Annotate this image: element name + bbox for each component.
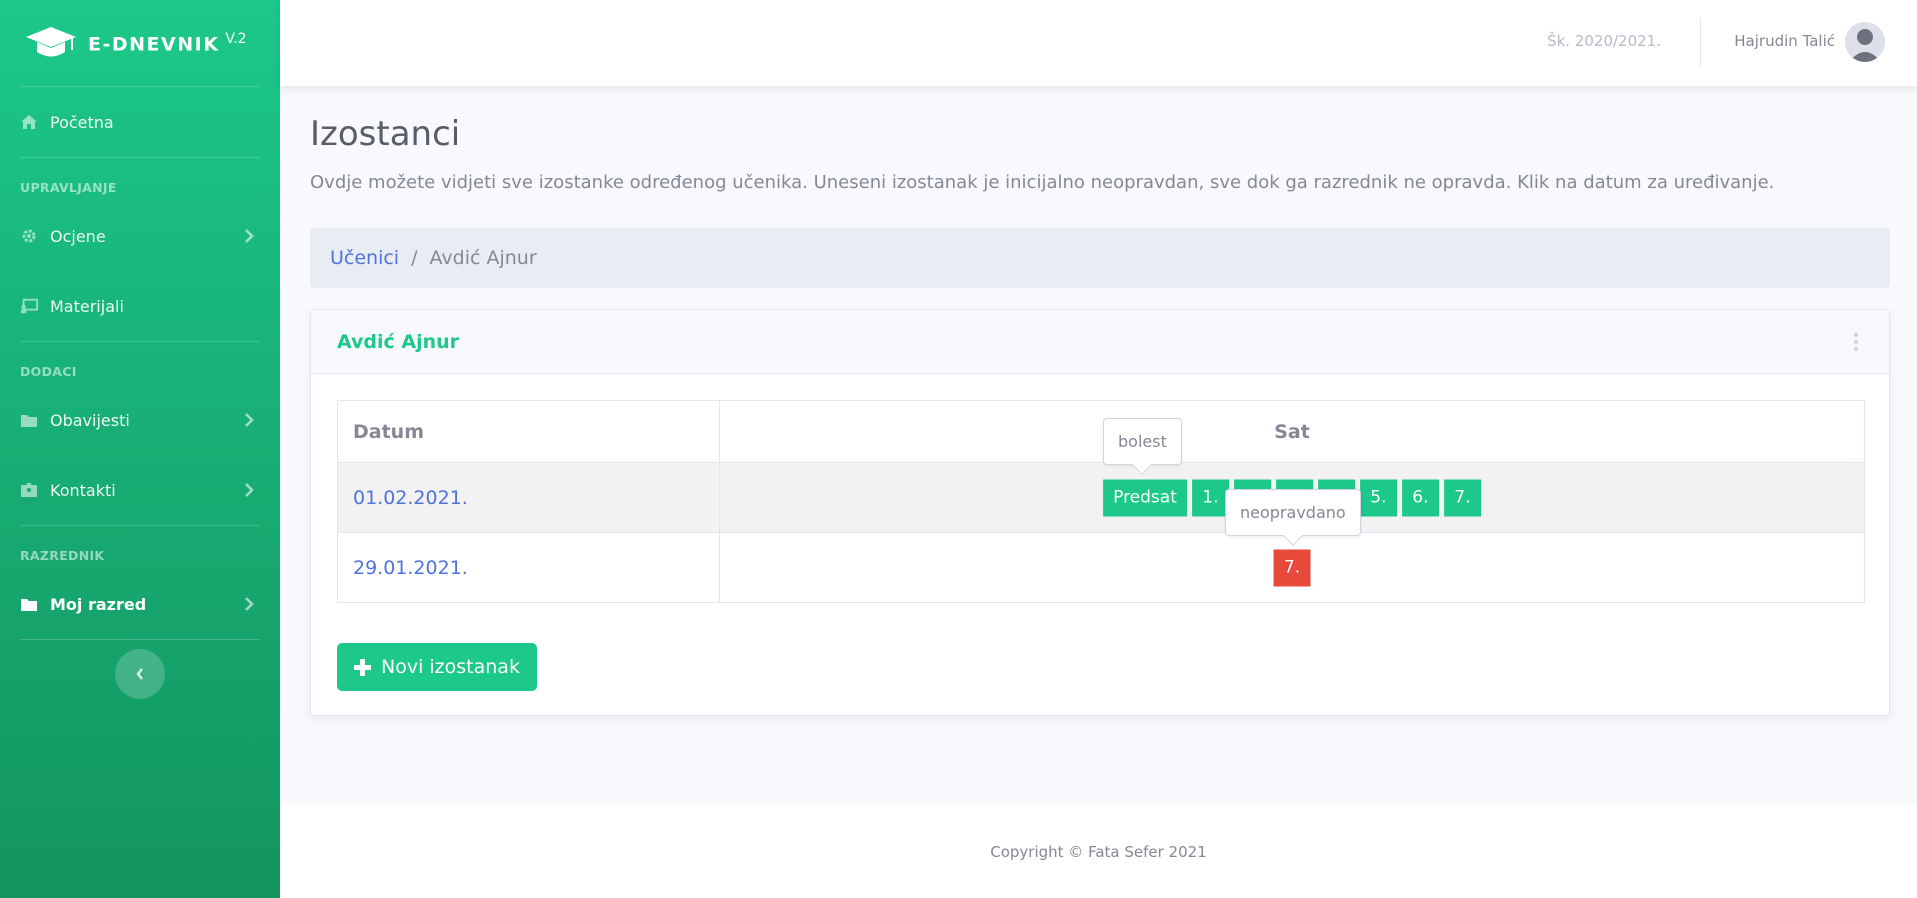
tooltip-bolest: bolest — [1103, 418, 1182, 465]
brand-version: V.2 — [225, 30, 247, 47]
sidebar-toggle-button[interactable] — [115, 649, 165, 699]
chevron-left-icon — [136, 668, 143, 680]
topbar-divider — [1700, 18, 1701, 66]
plus-icon — [354, 658, 371, 676]
breadcrumb-current: Avdić Ajnur — [429, 247, 537, 269]
sidebar-item-label: Kontakti — [50, 480, 116, 500]
breadcrumb: Učenici / Avdić Ajnur — [310, 228, 1890, 288]
avatar[interactable] — [1845, 22, 1885, 62]
card-title: Avdić Ajnur — [337, 330, 460, 353]
page-title: Izostanci — [310, 114, 461, 154]
chevron-right-icon — [245, 597, 254, 611]
sidebar-item-label: Materijali — [50, 296, 124, 316]
table-row: 29.01.2021. 7. — [337, 532, 1865, 603]
hour-chip-7[interactable]: 7. — [1443, 479, 1481, 516]
copyright: Copyright © Fata Sefer 2021 — [990, 843, 1207, 861]
hour-chip-1[interactable]: 1. — [1191, 479, 1229, 516]
sidebar-heading-razrednik: RAZREDNIK — [20, 548, 105, 563]
hour-chip-6[interactable]: 6. — [1401, 479, 1439, 516]
chevron-right-icon — [245, 229, 254, 243]
hour-chip-7[interactable]: 7. — [1273, 549, 1311, 586]
brand[interactable]: E-DNEVNIK V.2 — [0, 0, 280, 86]
chevron-right-icon — [245, 483, 254, 497]
page-description: Ovdje možete vidjeti sve izostanke određ… — [310, 172, 1775, 193]
chevron-right-icon — [245, 413, 254, 427]
sidebar-item-kontakti[interactable]: Kontakti — [0, 455, 280, 525]
footer: Copyright © Fata Sefer 2021 — [280, 805, 1917, 898]
more-vertical-icon[interactable] — [1853, 332, 1859, 352]
sidebar-item-pocetna[interactable]: Početna — [0, 87, 280, 157]
sidebar-item-label: Ocjene — [50, 226, 106, 246]
topbar: Šk. 2020/2021. Hajrudin Talić — [280, 0, 1917, 86]
date-link[interactable]: 29.01.2021. — [337, 532, 720, 603]
hour-chip-5[interactable]: 5. — [1359, 479, 1397, 516]
hour-chips: 7. — [1273, 549, 1311, 586]
chalkboard-icon — [20, 298, 38, 314]
folder-icon — [20, 412, 38, 428]
new-absence-label: Novi izostanak — [381, 656, 520, 678]
school-year: Šk. 2020/2021. — [1547, 32, 1661, 50]
card-header: Avdić Ajnur — [311, 310, 1889, 374]
breadcrumb-separator: / — [411, 247, 418, 269]
new-absence-button[interactable]: Novi izostanak — [337, 643, 537, 691]
gear-icon — [20, 228, 38, 244]
sidebar-item-moj-razred[interactable]: Moj razred — [0, 569, 280, 639]
column-header-sat: Sat — [719, 400, 1865, 463]
sidebar: E-DNEVNIK V.2 Početna UPRAVLJANJE Ocjene … — [0, 0, 280, 898]
tooltip-neopravdano: neopravdano — [1225, 489, 1361, 536]
column-header-datum: Datum — [337, 400, 720, 463]
table-header-row: Datum Sat — [337, 400, 1865, 463]
folder-icon — [20, 596, 38, 612]
sidebar-item-label: Početna — [50, 112, 114, 132]
user-avatar-icon — [1845, 22, 1885, 62]
user-name[interactable]: Hajrudin Talić — [1734, 32, 1835, 50]
sidebar-item-label: Obavijesti — [50, 410, 130, 430]
sidebar-item-obavijesti[interactable]: Obavijesti — [0, 385, 280, 455]
sidebar-heading-dodaci: DODACI — [20, 364, 77, 379]
sidebar-item-ocjene[interactable]: Ocjene — [0, 201, 280, 271]
sidebar-item-label: Moj razred — [50, 594, 147, 614]
sidebar-heading-upravljanje: UPRAVLJANJE — [20, 180, 117, 195]
table-row: 01.02.2021. Predsat 1. 5. 6. 7. — [337, 462, 1865, 533]
sidebar-divider — [20, 639, 260, 640]
graduation-cap-icon — [26, 27, 76, 57]
absence-table: Datum Sat 01.02.2021. Predsat 1. 5. 6. 7… — [337, 400, 1865, 603]
brand-name: E-DNEVNIK V.2 — [88, 30, 247, 56]
date-link[interactable]: 01.02.2021. — [337, 462, 720, 533]
address-card-icon — [20, 482, 38, 498]
home-icon — [20, 114, 38, 130]
breadcrumb-link-ucenici[interactable]: Učenici — [330, 247, 399, 269]
hour-chip-predsat[interactable]: Predsat — [1103, 479, 1187, 516]
sidebar-item-materijali[interactable]: Materijali — [0, 271, 280, 341]
absence-card: Avdić Ajnur Datum Sat 01.02.2021. Predsa… — [310, 309, 1890, 716]
